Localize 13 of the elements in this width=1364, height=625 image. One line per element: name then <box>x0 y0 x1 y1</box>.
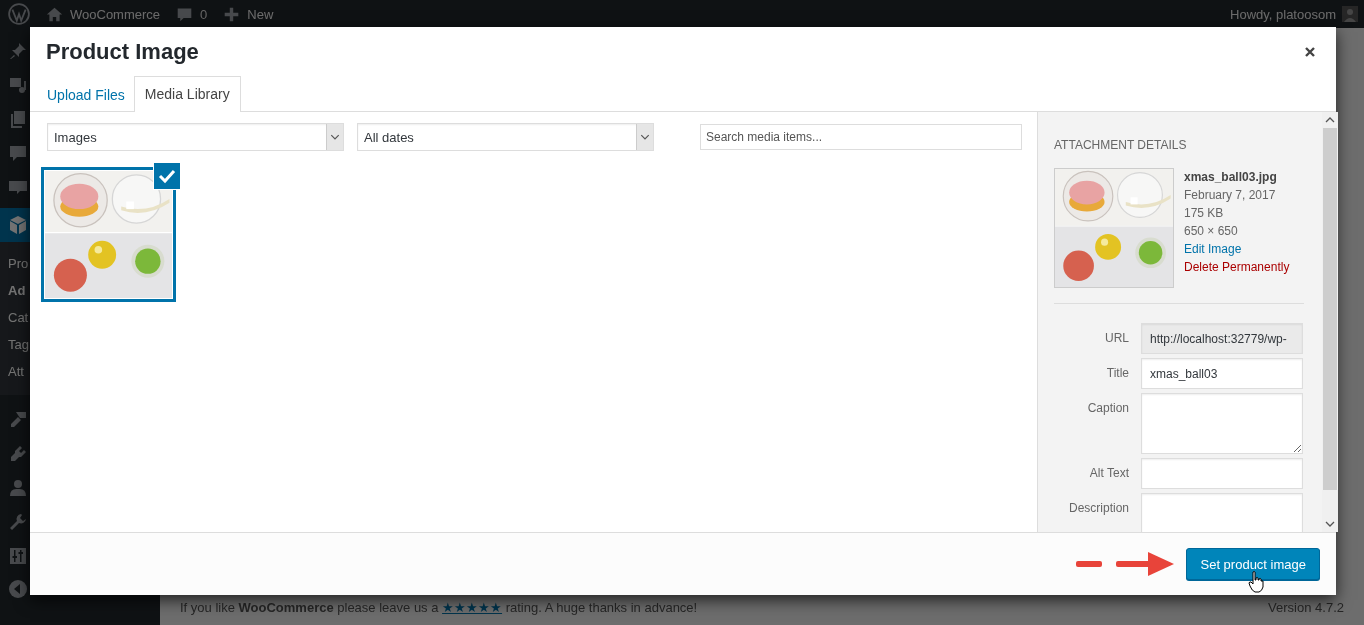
field-label: Description <box>1067 500 1129 515</box>
image-dimensions: 650 × 650 <box>1184 223 1239 240</box>
file-size: 175 KB <box>1184 205 1225 222</box>
field-label: Caption <box>1086 400 1129 415</box>
modal-title: Product Image <box>46 38 199 65</box>
field-label: Alt Text <box>1088 465 1129 480</box>
version-text: Version 4.7.2 <box>1268 600 1344 615</box>
attachment-details-heading: ATTACHMENT DETAILS <box>1054 138 1188 152</box>
field-label: Title <box>1105 365 1129 380</box>
upload-date: February 7, 2017 <box>1184 187 1277 204</box>
footer-text: If you like WooCommerce please leave us a ★★★★★ rating. A huge thanks in advance! <box>180 600 698 615</box>
field-label: URL <box>1104 330 1129 345</box>
file-name: xmas_ball03.jpg <box>1184 169 1278 186</box>
